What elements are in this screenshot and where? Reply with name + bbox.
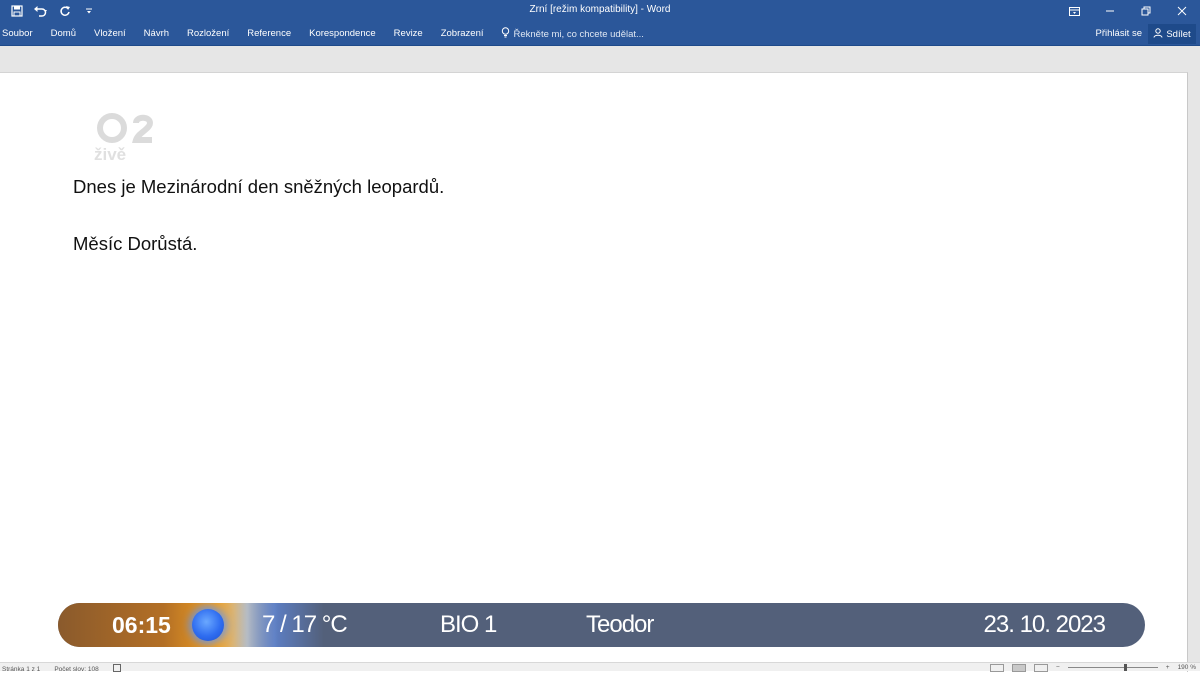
status-bar: Stránka 1 z 1 Počet slov: 108 − + 190 %: [0, 662, 1200, 674]
person-icon: [1153, 27, 1163, 41]
logo-wordmark: živě: [94, 145, 127, 164]
tab-insert[interactable]: Vložení: [85, 22, 135, 46]
customize-icon[interactable]: [80, 2, 98, 20]
weather-sun-icon: [192, 609, 224, 641]
lightbulb-icon: [501, 27, 510, 41]
tab-file[interactable]: Soubor: [2, 22, 42, 46]
proofing-icon[interactable]: [112, 664, 122, 674]
broadcaster-logo: živě: [92, 113, 172, 169]
read-mode-icon[interactable]: [989, 663, 1004, 672]
title-bar: Zrní [režim kompatibility] - Word: [0, 0, 1200, 22]
share-label: Sdílet: [1166, 28, 1191, 40]
tab-references[interactable]: Reference: [238, 22, 300, 46]
ticker-time: 06:15: [112, 612, 171, 638]
paragraph[interactable]: Dnes je Mezinárodní den sněžných leopard…: [73, 176, 444, 198]
restore-icon[interactable]: [1128, 0, 1164, 22]
zoom-in-button[interactable]: +: [1166, 664, 1170, 671]
tab-mailings[interactable]: Korespondence: [300, 22, 385, 46]
ribbon-tabs: Soubor Domů Vložení Návrh Rozložení Refe…: [2, 22, 644, 46]
ribbon-display-options-icon[interactable]: [1056, 0, 1092, 22]
zoom-out-button[interactable]: −: [1056, 664, 1060, 671]
quick-access-toolbar: [8, 2, 98, 20]
ribbon: Soubor Domů Vložení Návrh Rozložení Refe…: [0, 22, 1200, 46]
tab-view[interactable]: Zobrazení: [432, 22, 493, 46]
tab-layout[interactable]: Rozložení: [178, 22, 238, 46]
ticker-station: BIO 1: [440, 611, 497, 638]
page-count[interactable]: Stránka 1 z 1: [2, 666, 40, 673]
tab-design[interactable]: Návrh: [135, 22, 178, 46]
redo-icon[interactable]: [56, 2, 74, 20]
tell-me-placeholder: Řekněte mi, co chcete udělat...: [513, 28, 644, 40]
ticker-date: 23. 10. 2023: [983, 611, 1106, 638]
zoom-slider[interactable]: [1067, 664, 1158, 671]
tell-me-box[interactable]: Řekněte mi, co chcete udělat...: [501, 27, 644, 41]
document-page[interactable]: živě Dnes je Mezinárodní den sněžných le…: [0, 72, 1188, 672]
paragraph[interactable]: Měsíc Dorůstá.: [73, 233, 197, 255]
print-layout-icon[interactable]: [1011, 663, 1026, 672]
tab-home[interactable]: Domů: [42, 22, 85, 46]
ticker-temperature: 7 / 17 °C: [262, 611, 348, 638]
window-controls: [1056, 0, 1200, 22]
o2-logo-icon: [97, 113, 154, 143]
tab-review[interactable]: Revize: [385, 22, 432, 46]
undo-icon[interactable]: [32, 2, 50, 20]
zoom-level[interactable]: 190 %: [1178, 664, 1196, 671]
save-icon[interactable]: [8, 2, 26, 20]
word-count[interactable]: Počet slov: 108: [54, 666, 98, 673]
ticker-nameday: Teodor: [586, 611, 654, 638]
close-icon[interactable]: [1164, 0, 1200, 22]
document-area: živě Dnes je Mezinárodní den sněžných le…: [0, 46, 1200, 672]
window-title: Zrní [režim kompatibility] - Word: [529, 4, 671, 15]
minimize-icon[interactable]: [1092, 0, 1128, 22]
web-layout-icon[interactable]: [1033, 663, 1048, 672]
sign-in-link[interactable]: Přihlásit se: [1096, 22, 1142, 46]
share-button[interactable]: Sdílet: [1148, 24, 1196, 44]
zoom-slider-handle[interactable]: [1123, 664, 1127, 671]
tv-ticker-bar: 06:15 7 / 17 °C BIO 1 Teodor 23. 10. 202…: [58, 603, 1145, 647]
